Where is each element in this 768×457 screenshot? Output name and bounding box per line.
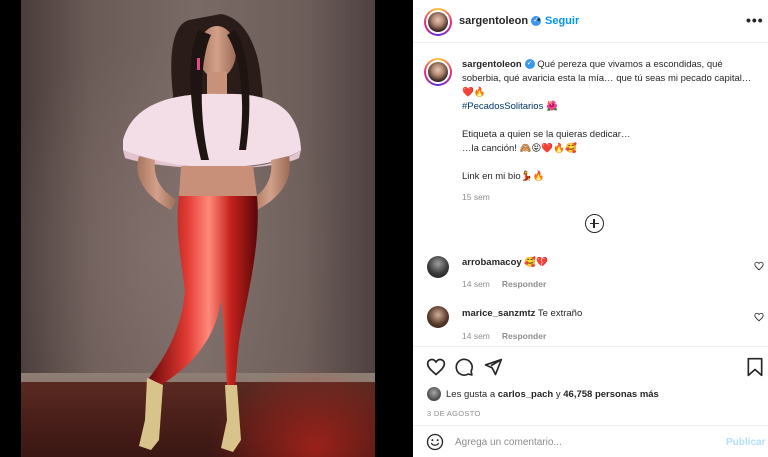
post-date[interactable]: 3 DE AGOSTO	[427, 409, 481, 418]
comment-like-heart-icon[interactable]	[754, 312, 764, 322]
caption-time[interactable]: 15 sem	[462, 190, 762, 204]
post-caption: sargentoleon ✓ Qué pereza que vivamos a e…	[462, 58, 762, 204]
likes-user[interactable]: carlos_pach	[498, 389, 553, 400]
caption-verified-badge-icon: ✓	[524, 59, 535, 70]
follow-button[interactable]: Seguir	[545, 15, 579, 27]
liker-avatar[interactable]	[427, 387, 441, 401]
likes-summary[interactable]: Les gusta a carlos_pach y 46,758 persona…	[446, 389, 659, 400]
comment-time[interactable]: 14 sem	[462, 279, 490, 289]
instagram-post-modal: sargentoleon ✓ • Seguir ••• sargentoleon ✓…	[0, 0, 768, 457]
comment-like-heart-icon[interactable]	[754, 261, 764, 271]
save-bookmark-icon[interactable]	[746, 357, 764, 377]
author-username[interactable]: sargentoleon	[459, 15, 528, 27]
caption-hashtag-emoji: 🌺	[545, 101, 558, 112]
comment-username[interactable]: marice_sanzmtz	[462, 308, 535, 319]
add-comment-bar: Publicar	[413, 425, 768, 457]
author-username-row[interactable]: sargentoleon ✓	[459, 15, 542, 27]
comment-input[interactable]	[455, 432, 705, 452]
comments-area[interactable]: sargentoleon ✓ Qué pereza que vivamos a e…	[413, 44, 768, 346]
caption-line2: Etiqueta a quien se la quieras dedicar…	[462, 129, 631, 140]
post-details-panel: sargentoleon ✓ • Seguir ••• sargentoleon ✓…	[413, 0, 768, 457]
post-photo[interactable]	[21, 0, 375, 457]
post-header: sargentoleon ✓ • Seguir •••	[413, 0, 768, 43]
comment-bubble-icon[interactable]	[454, 357, 474, 377]
reply-button[interactable]: Responder	[502, 279, 546, 289]
photo-figure	[123, 14, 301, 452]
caption-username[interactable]: sargentoleon	[462, 59, 522, 70]
publish-button[interactable]: Publicar	[726, 437, 765, 448]
comment-time[interactable]: 14 sem	[462, 331, 490, 341]
comment-username[interactable]: arrobamacoy	[462, 257, 522, 268]
comment-body: 🥰💔	[524, 257, 548, 268]
comment-row: marice_sanzmtz Te extraño	[462, 308, 582, 319]
caption-line3: …la canción! 🙈😝❤️🔥🥰	[462, 143, 577, 154]
likes-middle: y	[553, 389, 564, 400]
comment-avatar[interactable]	[427, 306, 449, 328]
emoji-smiley-icon[interactable]	[426, 433, 444, 451]
comment-avatar[interactable]	[427, 256, 449, 278]
reply-button[interactable]: Responder	[502, 331, 546, 341]
author-avatar[interactable]	[424, 8, 452, 36]
caption-line1-emoji: ❤️🔥	[462, 87, 486, 98]
caption-hashtag[interactable]: #PecadosSolitarios	[462, 101, 543, 112]
likes-count[interactable]: 46,758 personas más	[563, 389, 659, 400]
comment-meta: 14 sem Responder	[462, 279, 546, 289]
caption-line4: Link en mi bio💃🔥	[462, 171, 545, 182]
header-separator: •	[537, 15, 541, 26]
comment-body: Te extraño	[537, 308, 583, 319]
comment-meta: 14 sem Responder	[462, 331, 546, 341]
likes-prefix: Les gusta a	[446, 389, 498, 400]
load-more-comments-icon[interactable]	[585, 214, 604, 233]
share-paper-plane-icon[interactable]	[483, 357, 503, 377]
caption-avatar[interactable]	[424, 58, 452, 86]
comment-row: arrobamacoy 🥰💔	[462, 257, 548, 268]
more-options-icon[interactable]: •••	[746, 12, 764, 28]
action-bar	[413, 346, 768, 386]
like-heart-icon[interactable]	[426, 357, 446, 377]
